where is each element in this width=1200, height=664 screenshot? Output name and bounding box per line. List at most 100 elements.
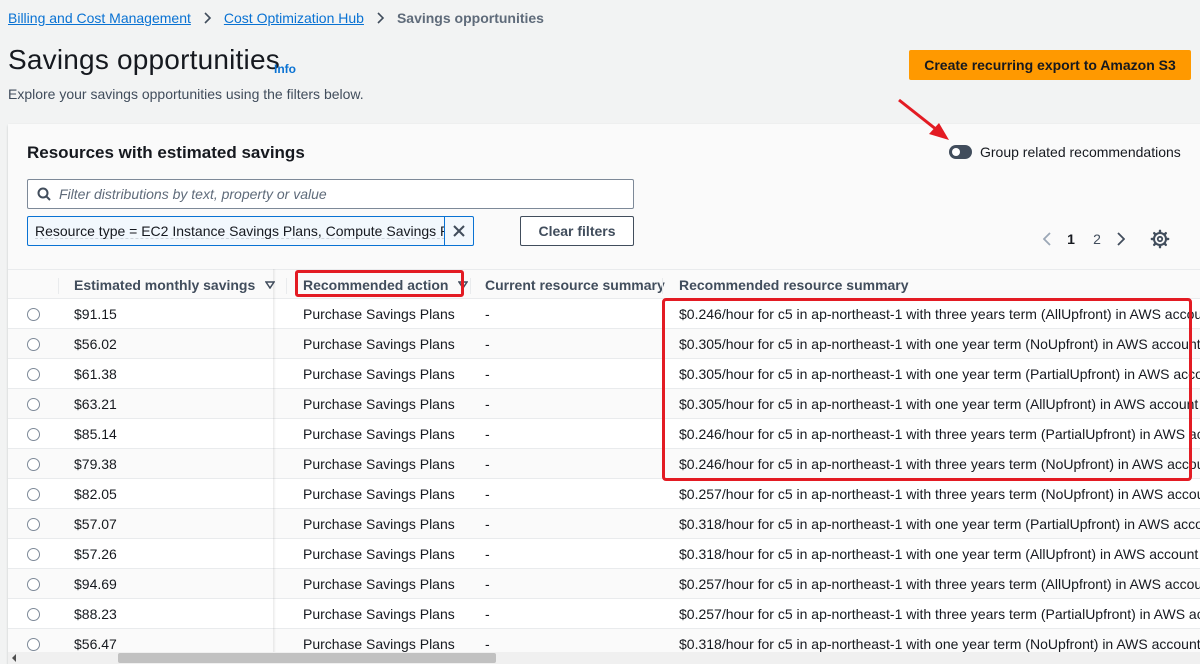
savings-cell: $57.07 — [74, 516, 117, 532]
breadcrumb-billing-link[interactable]: Billing and Cost Management — [8, 10, 191, 26]
column-header-estimated-savings[interactable]: Estimated monthly savings — [74, 270, 276, 300]
column-label: Estimated monthly savings — [74, 277, 256, 293]
sticky-column-shadow — [273, 269, 276, 664]
action-cell: Purchase Savings Plans — [303, 576, 455, 592]
recommended-summary-cell: $0.305/hour for c5 in ap-northeast-1 wit… — [679, 366, 1200, 382]
row-select-radio[interactable] — [27, 577, 40, 591]
sort-descending-icon — [458, 281, 469, 289]
row-select-cell[interactable] — [27, 539, 40, 569]
row-select-cell[interactable] — [27, 509, 40, 539]
table-header: Estimated monthly savings Recommended ac… — [8, 269, 1200, 299]
action-cell: Purchase Savings Plans — [303, 396, 455, 412]
group-related-toggle[interactable]: Group related recommendations — [949, 144, 1181, 160]
action-cell: Purchase Savings Plans — [303, 306, 455, 322]
table-row[interactable]: $56.02 Purchase Savings Plans - $0.305/hour… — [8, 329, 1200, 359]
savings-cell: $63.21 — [74, 396, 117, 412]
row-select-cell[interactable] — [27, 329, 40, 359]
recommended-summary-cell: $0.318/hour for c5 in ap-northeast-1 wit… — [679, 546, 1199, 562]
action-cell: Purchase Savings Plans — [303, 456, 455, 472]
table-row[interactable]: $63.21 Purchase Savings Plans - $0.305/hour… — [8, 389, 1200, 419]
pagination: 1 2 — [1036, 229, 1132, 249]
current-summary-cell: - — [485, 396, 490, 412]
breadcrumb-current: Savings opportunities — [396, 10, 544, 26]
row-select-radio[interactable] — [27, 307, 40, 321]
action-cell: Purchase Savings Plans — [303, 426, 455, 442]
column-label: Current resource summary — [485, 277, 665, 293]
current-summary-cell: - — [485, 456, 490, 472]
row-select-radio[interactable] — [27, 517, 40, 531]
row-select-radio[interactable] — [27, 337, 40, 351]
table-row[interactable]: $57.26 Purchase Savings Plans - $0.318/hour… — [8, 539, 1200, 569]
scroll-left-arrow-icon[interactable] — [10, 653, 18, 663]
table-row[interactable]: $88.23 Purchase Savings Plans - $0.257/hour… — [8, 599, 1200, 629]
column-divider — [470, 278, 471, 294]
row-select-cell[interactable] — [27, 599, 40, 629]
remove-filter-button[interactable] — [444, 217, 473, 245]
row-select-cell[interactable] — [27, 479, 40, 509]
current-summary-cell: - — [485, 606, 490, 622]
row-select-radio[interactable] — [27, 457, 40, 471]
chevron-left-icon — [1043, 232, 1051, 246]
savings-cell: $79.38 — [74, 456, 117, 472]
column-header-recommended-action[interactable]: Recommended action — [303, 270, 469, 300]
filter-token-label[interactable]: Resource type = EC2 Instance Savings Pla… — [35, 223, 445, 239]
row-select-radio[interactable] — [27, 397, 40, 411]
column-header-recommended-resource-summary[interactable]: Recommended resource summary — [679, 270, 909, 300]
action-cell: Purchase Savings Plans — [303, 546, 455, 562]
row-select-cell[interactable] — [27, 449, 40, 479]
row-select-radio[interactable] — [27, 607, 40, 621]
savings-cell: $57.26 — [74, 546, 117, 562]
previous-page-button[interactable] — [1036, 232, 1058, 246]
scrollbar-thumb[interactable] — [118, 653, 496, 663]
filter-input[interactable] — [59, 186, 619, 202]
settings-gear-icon[interactable] — [1150, 229, 1170, 249]
page-title: Savings opportunities — [8, 44, 280, 75]
breadcrumb-cost-optimization-hub-link[interactable]: Cost Optimization Hub — [224, 10, 364, 26]
toggle-switch[interactable] — [949, 145, 972, 159]
column-header-current-resource-summary[interactable]: Current resource summary — [485, 270, 665, 300]
table-row[interactable]: $85.14 Purchase Savings Plans - $0.246/hour… — [8, 419, 1200, 449]
row-select-cell[interactable] — [27, 359, 40, 389]
filter-token[interactable]: Resource type = EC2 Instance Savings Pla… — [27, 216, 474, 246]
create-recurring-export-button[interactable]: Create recurring export to Amazon S3 — [909, 50, 1191, 80]
table-body: $91.15 Purchase Savings Plans - $0.246/hour… — [8, 299, 1200, 659]
recommended-summary-cell: $0.305/hour for c5 in ap-northeast-1 wit… — [679, 336, 1200, 352]
info-link[interactable]: Info — [274, 62, 296, 76]
row-select-radio[interactable] — [27, 427, 40, 441]
table-row[interactable]: $79.38 Purchase Savings Plans - $0.246/hour… — [8, 449, 1200, 479]
row-select-radio[interactable] — [27, 367, 40, 381]
table-row[interactable]: $61.38 Purchase Savings Plans - $0.305/hour… — [8, 359, 1200, 389]
row-select-cell[interactable] — [27, 419, 40, 449]
table-row[interactable]: $82.05 Purchase Savings Plans - $0.257/hour… — [8, 479, 1200, 509]
resources-table: Estimated monthly savings Recommended ac… — [8, 269, 1200, 664]
table-row[interactable]: $94.69 Purchase Savings Plans - $0.257/hour… — [8, 569, 1200, 599]
page-1-button[interactable]: 1 — [1058, 231, 1084, 247]
savings-cell: $82.05 — [74, 486, 117, 502]
table-row[interactable]: $91.15 Purchase Savings Plans - $0.246/hour… — [8, 299, 1200, 329]
search-icon — [37, 187, 51, 201]
toggle-label: Group related recommendations — [980, 144, 1181, 160]
column-label: Recommended action — [303, 277, 449, 293]
row-select-radio[interactable] — [27, 637, 40, 651]
column-divider — [662, 278, 663, 294]
row-select-cell[interactable] — [27, 299, 40, 329]
recommended-summary-cell: $0.246/hour for c5 in ap-northeast-1 wit… — [679, 426, 1200, 442]
savings-cell: $94.69 — [74, 576, 117, 592]
recommended-summary-cell: $0.257/hour for c5 in ap-northeast-1 wit… — [679, 486, 1200, 502]
next-page-button[interactable] — [1110, 232, 1132, 246]
recommended-summary-cell: $0.305/hour for c5 in ap-northeast-1 wit… — [679, 396, 1199, 412]
column-divider — [286, 278, 287, 294]
action-cell: Purchase Savings Plans — [303, 486, 455, 502]
current-summary-cell: - — [485, 426, 490, 442]
clear-filters-button[interactable]: Clear filters — [520, 216, 634, 246]
table-row[interactable]: $57.07 Purchase Savings Plans - $0.318/hour… — [8, 509, 1200, 539]
row-select-radio[interactable] — [27, 547, 40, 561]
recommended-summary-cell: $0.246/hour for c5 in ap-northeast-1 wit… — [679, 456, 1200, 472]
row-select-radio[interactable] — [27, 487, 40, 501]
page-2-button[interactable]: 2 — [1084, 231, 1110, 247]
savings-cell: $85.14 — [74, 426, 117, 442]
current-summary-cell: - — [485, 366, 490, 382]
filter-search-field[interactable] — [27, 179, 634, 209]
row-select-cell[interactable] — [27, 569, 40, 599]
row-select-cell[interactable] — [27, 389, 40, 419]
